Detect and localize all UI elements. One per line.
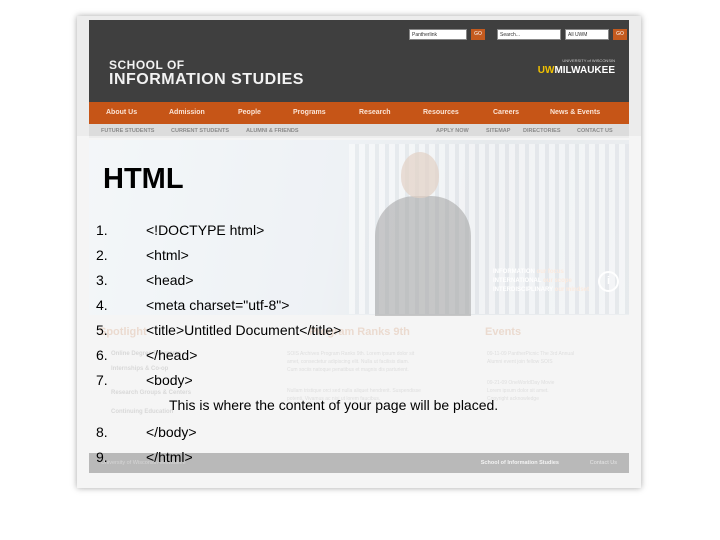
- line-number: 7.: [96, 372, 108, 388]
- nav-research[interactable]: Research: [359, 102, 391, 124]
- line-number: 1.: [96, 222, 108, 238]
- scope-select[interactable]: All UWM: [565, 29, 609, 40]
- search-input[interactable]: Search...: [497, 29, 561, 40]
- school-logo-line2: INFORMATION STUDIES: [109, 71, 304, 88]
- body-content-text: This is where the content of your page w…: [169, 397, 499, 413]
- main-nav: About Us Admission People Programs Resea…: [89, 102, 629, 124]
- slide-title: HTML: [103, 163, 184, 195]
- line-number: 8.: [96, 424, 108, 440]
- nav-about-us[interactable]: About Us: [106, 102, 137, 124]
- line-number: 2.: [96, 247, 108, 263]
- uwm-logo: UWMILWAUKEE: [538, 65, 615, 76]
- line-number: 9.: [96, 449, 108, 465]
- line-code: <meta charset="utf-8">: [146, 297, 290, 313]
- line-number: 3.: [96, 272, 108, 288]
- nav-news-events[interactable]: News & Events: [550, 102, 600, 124]
- pantherlink-select[interactable]: Pantherlink: [409, 29, 467, 40]
- search-go-button[interactable]: GO: [613, 29, 627, 40]
- line-code: <html>: [146, 247, 189, 263]
- uwm-name: MILWAUKEE: [554, 65, 615, 76]
- uwm-small-text: UNIVERSITY of WISCONSIN: [562, 58, 615, 63]
- line-code: <body>: [146, 372, 193, 388]
- nav-resources[interactable]: Resources: [423, 102, 459, 124]
- nav-people[interactable]: People: [238, 102, 261, 124]
- line-code: <head>: [146, 272, 194, 288]
- school-logo-line1: SCHOOL OF: [109, 58, 185, 72]
- nav-programs[interactable]: Programs: [293, 102, 326, 124]
- top-controls: Pantherlink GO Search... All UWM GO: [409, 29, 627, 41]
- nav-careers[interactable]: Careers: [493, 102, 519, 124]
- line-number: 5.: [96, 322, 108, 338]
- line-code: <title>Untitled Document</title>: [146, 322, 342, 338]
- line-code: <!DOCTYPE html>: [146, 222, 265, 238]
- line-number: 6.: [96, 347, 108, 363]
- site-header: SCHOOL OF INFORMATION STUDIES UNIVERSITY…: [89, 20, 629, 102]
- uwm-prefix: UW: [537, 65, 555, 76]
- pantherlink-go-button[interactable]: GO: [471, 29, 485, 40]
- line-number: 4.: [96, 297, 108, 313]
- nav-admission[interactable]: Admission: [169, 102, 205, 124]
- line-code: </head>: [146, 347, 198, 363]
- line-code: </body>: [146, 424, 197, 440]
- line-code: </html>: [146, 449, 193, 465]
